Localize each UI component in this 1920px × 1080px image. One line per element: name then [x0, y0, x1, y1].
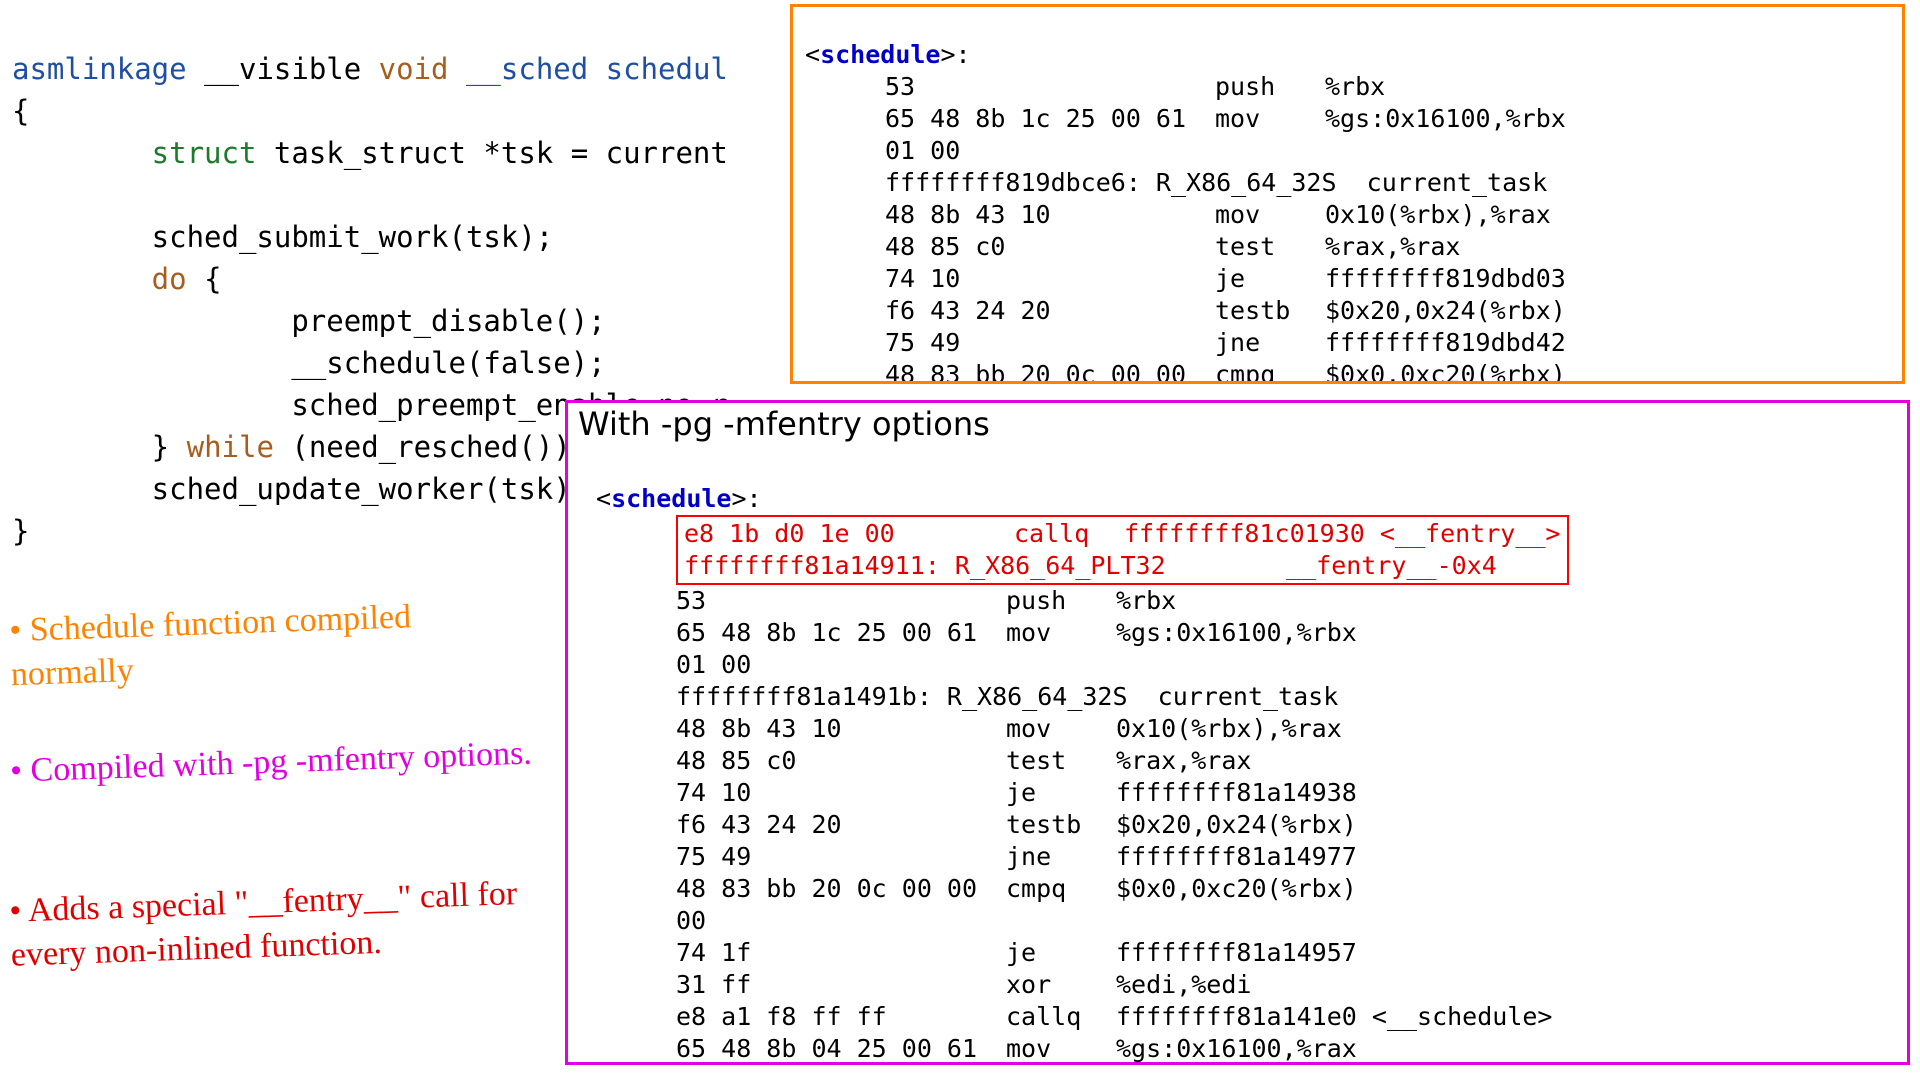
fentry-highlight: e8 1b d0 1e 00callqffffffff81c01930 <__f…	[676, 515, 1569, 585]
fentry-title: With -pg -mfentry options	[578, 405, 1899, 443]
note-red: • Adds a special "__fentry__" call for e…	[9, 870, 572, 977]
kw-do: do	[12, 262, 187, 296]
kw-struct: struct	[12, 136, 256, 170]
kw-void: void	[379, 52, 449, 86]
asm-label-bottom: schedule	[611, 484, 731, 513]
asm-fentry-listing: <schedule>: e8 1b d0 1e 00callqffffffff8…	[596, 451, 1899, 1065]
kw-while: while	[187, 430, 274, 464]
asm-label-top: schedule	[820, 40, 940, 69]
fn-schedule: schedul	[606, 52, 728, 86]
kw-asmlinkage: asmlinkage	[12, 52, 187, 86]
asm-fentry-box: With -pg -mfentry options <schedule>: e8…	[565, 400, 1910, 1065]
note-orange: • Schedule function compiled normally	[9, 591, 542, 697]
note-magenta: • Compiled with -pg -mfentry options.	[9, 730, 570, 794]
asm-normal-listing: <schedule>: 53push%rbx 65 48 8b 1c 25 00…	[805, 7, 1894, 384]
asm-normal-box: <schedule>: 53push%rbx 65 48 8b 1c 25 00…	[790, 4, 1905, 384]
